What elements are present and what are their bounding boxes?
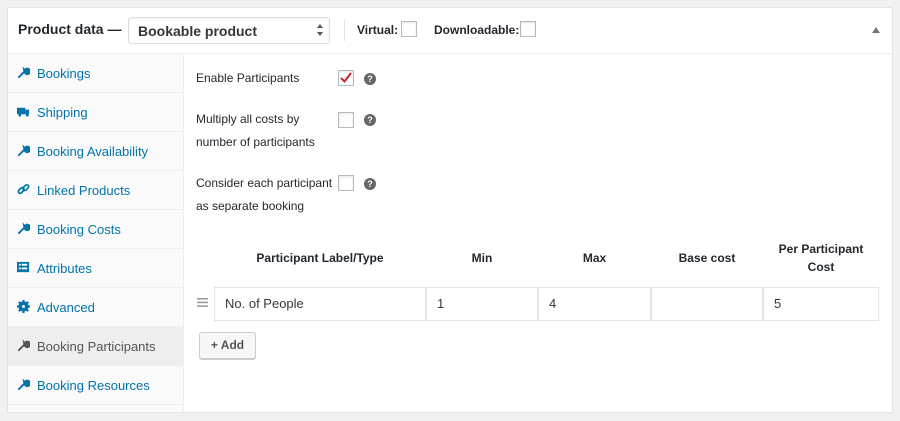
panel-header: Product data — Bookable product Virtual:…	[8, 8, 892, 54]
separate-booking-checkbox[interactable]	[338, 175, 354, 191]
help-icon[interactable]: ?	[364, 73, 376, 85]
sidebar-item-label: Linked Products	[37, 183, 131, 198]
col-header-label: Participant Label/Type	[256, 251, 384, 265]
sidebar-item-label: Bookings	[37, 66, 91, 81]
wrench-icon	[17, 66, 30, 79]
product-type-value: Bookable product	[138, 23, 258, 39]
sidebar-item-label: Booking Availability	[37, 144, 149, 159]
sidebar-item-label: Advanced	[37, 300, 95, 315]
wrench-icon	[17, 144, 30, 157]
link-icon	[17, 183, 30, 195]
product-type-select[interactable]: Bookable product	[128, 17, 330, 44]
per-participant-cost-input[interactable]: 5	[763, 287, 879, 321]
col-header-max: Max	[582, 251, 607, 265]
sidebar-item-label: Shipping	[37, 105, 88, 120]
sidebar-item-label: Attributes	[37, 261, 92, 276]
product-data-tabs: Bookings Shipping Booking Availability L…	[8, 54, 184, 412]
sidebar-item-booking-costs[interactable]: Booking Costs	[8, 210, 184, 249]
panel-title: Product data —	[18, 21, 122, 37]
help-icon[interactable]: ?	[364, 114, 376, 126]
multiply-costs-checkbox[interactable]	[338, 112, 354, 128]
list-icon	[17, 261, 30, 273]
participant-label-input[interactable]: No. of People	[214, 287, 426, 321]
sidebar-item-booking-resources[interactable]: Booking Resources	[8, 366, 184, 405]
sidebar-item-linked-products[interactable]: Linked Products	[8, 171, 184, 210]
min-input[interactable]: 1	[426, 287, 538, 321]
sidebar-item-advanced[interactable]: Advanced	[8, 288, 184, 327]
multiply-costs-label-line1: Multiply all costs by	[196, 112, 300, 126]
truck-icon	[17, 107, 30, 117]
base-cost-input[interactable]	[651, 287, 763, 321]
downloadable-checkbox[interactable]	[520, 21, 536, 37]
enable-participants-checkbox[interactable]	[338, 70, 354, 86]
sidebar-item-label: Booking Resources	[37, 378, 150, 393]
checkmark-icon	[340, 72, 352, 84]
virtual-checkbox[interactable]	[401, 21, 417, 37]
col-header-base-cost: Base cost	[678, 251, 736, 265]
downloadable-label: Downloadable:	[434, 23, 520, 37]
enable-participants-label: Enable Participants	[196, 71, 300, 85]
sidebar-item-bookings[interactable]: Bookings	[8, 54, 184, 93]
wrench-icon	[17, 222, 30, 235]
product-data-panel: Product data — Bookable product Virtual:…	[7, 7, 893, 413]
col-header-per-cost-line1: Per Participant	[778, 242, 864, 256]
sidebar-item-label: Booking Costs	[37, 222, 121, 237]
separate-booking-label-line2: as separate booking	[196, 199, 305, 213]
wrench-icon	[17, 378, 30, 391]
drag-handle-icon[interactable]	[197, 298, 208, 307]
help-icon[interactable]: ?	[364, 178, 376, 190]
separate-booking-label-line1: Consider each participant	[196, 176, 333, 190]
sidebar-item-booking-participants[interactable]: Booking Participants	[8, 327, 184, 366]
multiply-costs-label-line2: number of participants	[196, 135, 315, 149]
col-header-min: Min	[471, 251, 493, 265]
sidebar-item-attributes[interactable]: Attributes	[8, 249, 184, 288]
add-participant-button[interactable]: + Add	[199, 332, 256, 359]
header-divider	[344, 19, 345, 41]
collapse-toggle-icon[interactable]	[871, 26, 881, 34]
col-header-per-cost-line2: Cost	[807, 260, 835, 274]
wrench-icon	[17, 339, 30, 352]
sidebar-item-label: Booking Participants	[37, 339, 156, 354]
max-input[interactable]: 4	[538, 287, 651, 321]
virtual-label: Virtual:	[357, 23, 399, 37]
sidebar-item-shipping[interactable]: Shipping	[8, 93, 184, 132]
select-arrows-icon	[317, 24, 323, 36]
sidebar-item-booking-availability[interactable]: Booking Availability	[8, 132, 184, 171]
gear-icon	[17, 300, 30, 313]
